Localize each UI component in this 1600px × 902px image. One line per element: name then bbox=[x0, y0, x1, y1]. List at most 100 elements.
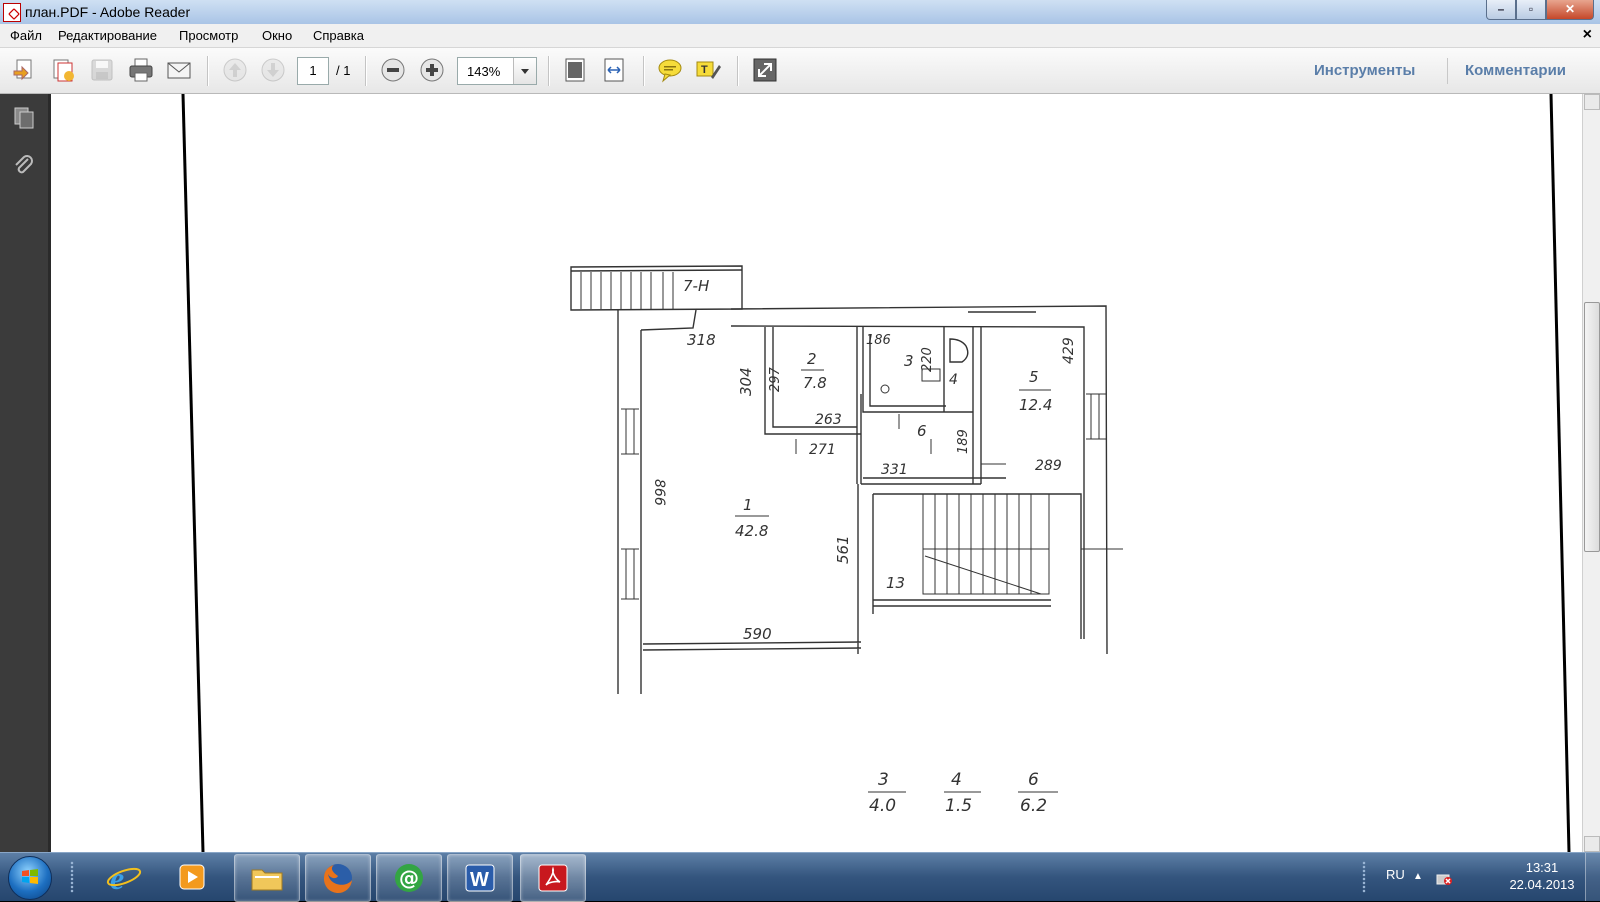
chevron-down-icon[interactable] bbox=[513, 58, 536, 84]
firefox-task[interactable] bbox=[305, 854, 371, 902]
language-indicator[interactable]: RU bbox=[1386, 867, 1405, 882]
toolbar-separator bbox=[365, 56, 367, 86]
adobe-reader-task[interactable] bbox=[520, 854, 586, 902]
media-player-task[interactable] bbox=[160, 854, 224, 900]
room-2-number: 2 bbox=[807, 350, 817, 368]
page-total: / 1 bbox=[336, 63, 351, 78]
dim-561: 561 bbox=[834, 535, 852, 564]
vertical-scrollbar[interactable] bbox=[1582, 94, 1600, 852]
room-1-number: 1 bbox=[743, 496, 753, 514]
menu-bar: Файл Редактирование Просмотр Окно Справк… bbox=[0, 24, 1600, 48]
pdf-page: 7-Н 318 304 297 2 7.8 186 220 3 4 429 5 … bbox=[181, 94, 1571, 852]
toolbar-separator bbox=[1447, 58, 1448, 84]
page-number-input[interactable]: 1 bbox=[297, 57, 329, 85]
menu-file[interactable]: Файл bbox=[10, 28, 42, 43]
svg-text:W: W bbox=[470, 869, 489, 891]
legend-area-3: 4.0 bbox=[869, 796, 896, 816]
next-page-icon[interactable] bbox=[260, 57, 286, 83]
clock-time: 13:31 bbox=[1525, 860, 1559, 875]
mail-agent-icon: @ bbox=[395, 864, 423, 892]
room-5-number: 5 bbox=[1029, 368, 1039, 386]
dim-220: 220 bbox=[920, 347, 935, 372]
email-icon[interactable] bbox=[166, 57, 192, 83]
maximize-button[interactable]: ▫ bbox=[1516, 0, 1546, 20]
window-title: план.PDF - Adobe Reader bbox=[25, 4, 191, 20]
dim-590: 590 bbox=[743, 625, 772, 643]
media-player-icon bbox=[179, 864, 205, 890]
toolbar-separator bbox=[737, 56, 739, 86]
page-thumbnails-icon[interactable] bbox=[12, 106, 36, 130]
room-4-number: 4 bbox=[949, 372, 958, 388]
zoom-select[interactable]: 143% bbox=[457, 57, 537, 85]
show-desktop-button[interactable] bbox=[1585, 853, 1600, 901]
scroll-thumb[interactable] bbox=[1584, 302, 1600, 552]
fit-width-icon[interactable] bbox=[601, 57, 627, 83]
room-13-number: 13 bbox=[886, 574, 905, 592]
attachments-icon[interactable] bbox=[12, 154, 36, 178]
combine-files-icon[interactable] bbox=[50, 57, 76, 83]
folder-icon bbox=[251, 869, 283, 891]
legend-room-6: 6 bbox=[1028, 770, 1039, 790]
full-screen-icon[interactable] bbox=[752, 57, 778, 83]
plan-labels: 7-Н 318 304 297 2 7.8 186 220 3 4 429 5 … bbox=[651, 277, 1077, 643]
room-5-area: 12.4 bbox=[1019, 396, 1052, 414]
document-view[interactable]: 7-Н 318 304 297 2 7.8 186 220 3 4 429 5 … bbox=[51, 94, 1582, 852]
dim-271: 271 bbox=[809, 442, 836, 458]
internet-explorer-task[interactable]: e bbox=[92, 854, 156, 900]
scroll-down-button[interactable] bbox=[1584, 836, 1600, 852]
toolbar-separator bbox=[207, 56, 209, 86]
area-legend: 3 4.0 4 1.5 6 6.2 bbox=[868, 770, 1058, 816]
start-button[interactable] bbox=[8, 856, 52, 900]
zoom-in-icon[interactable] bbox=[419, 57, 445, 83]
legend-area-6: 6.2 bbox=[1020, 796, 1047, 816]
file-explorer-task[interactable] bbox=[234, 854, 300, 902]
menu-help[interactable]: Справка bbox=[313, 28, 364, 43]
scroll-up-button[interactable] bbox=[1584, 94, 1600, 110]
word-icon: W bbox=[465, 864, 495, 892]
room-1-area: 42.8 bbox=[735, 522, 768, 540]
tray-grip bbox=[1362, 861, 1366, 893]
taskbar-grip bbox=[70, 861, 74, 893]
minimize-button[interactable]: – bbox=[1486, 0, 1516, 20]
room-7-label: 7-Н bbox=[683, 277, 709, 295]
network-icon[interactable] bbox=[1434, 867, 1454, 887]
zoom-value: 143% bbox=[467, 64, 501, 79]
print-icon[interactable] bbox=[128, 57, 154, 83]
highlight-text-icon[interactable]: T bbox=[695, 57, 721, 83]
create-pdf-icon[interactable] bbox=[12, 57, 38, 83]
comments-pane-button[interactable]: Комментарии bbox=[1465, 62, 1566, 79]
adobe-reader-taskbar-icon bbox=[538, 864, 568, 892]
legend-room-4: 4 bbox=[951, 770, 962, 790]
close-document-icon[interactable]: × bbox=[1583, 26, 1592, 44]
previous-page-icon[interactable] bbox=[222, 57, 248, 83]
fit-page-icon[interactable] bbox=[562, 57, 588, 83]
menu-view[interactable]: Просмотр bbox=[179, 28, 238, 43]
tools-pane-button[interactable]: Инструменты bbox=[1314, 62, 1415, 79]
close-button[interactable]: ✕ bbox=[1546, 0, 1594, 20]
dim-331: 331 bbox=[881, 462, 908, 478]
dim-289: 289 bbox=[1035, 458, 1062, 474]
dim-189: 189 bbox=[956, 429, 971, 454]
svg-text:@: @ bbox=[399, 866, 419, 890]
dim-263: 263 bbox=[815, 412, 842, 428]
adobe-reader-icon bbox=[3, 3, 21, 22]
room-6-number: 6 bbox=[917, 422, 927, 440]
room-2-area: 7.8 bbox=[803, 374, 827, 392]
mail-agent-task[interactable]: @ bbox=[376, 854, 442, 902]
dim-429: 429 bbox=[1061, 337, 1077, 364]
toolbar-separator bbox=[548, 56, 550, 86]
dim-186: 186 bbox=[866, 333, 891, 348]
word-task[interactable]: W bbox=[447, 854, 513, 902]
show-hidden-icons-icon[interactable]: ▲ bbox=[1413, 871, 1423, 882]
save-icon[interactable] bbox=[89, 57, 115, 83]
dim-866: 866 bbox=[651, 479, 667, 506]
taskbar: e @ W RU ▲ 13:31 22.04.2013 bbox=[0, 852, 1600, 902]
legend-area-4: 1.5 bbox=[945, 796, 972, 816]
zoom-out-icon[interactable] bbox=[380, 57, 406, 83]
windows-logo-icon bbox=[22, 869, 38, 884]
clock[interactable]: 13:31 22.04.2013 bbox=[1502, 859, 1582, 893]
menu-window[interactable]: Окно bbox=[262, 28, 292, 43]
comment-icon[interactable] bbox=[657, 57, 683, 83]
toolbar: 1 / 1 143% T Инструменты Комментарии bbox=[0, 48, 1600, 94]
menu-edit[interactable]: Редактирование bbox=[58, 28, 157, 43]
